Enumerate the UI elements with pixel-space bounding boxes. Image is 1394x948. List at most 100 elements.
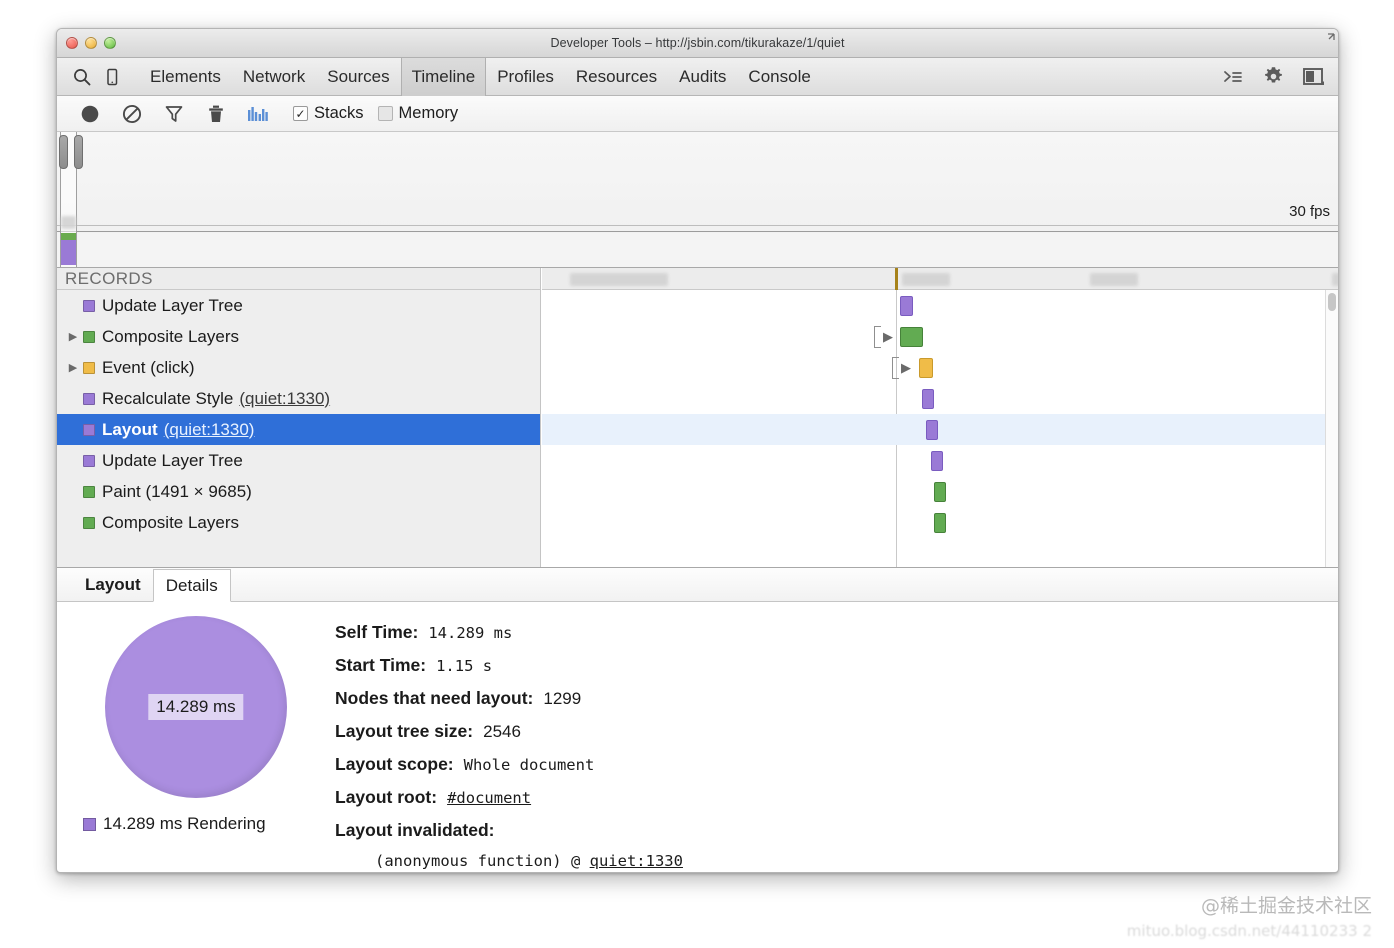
- disclosure-triangle-icon: ▶: [65, 423, 81, 436]
- layout-root-link[interactable]: #document: [447, 782, 531, 814]
- record-color-swatch: [83, 517, 95, 529]
- timeline-bar-recalculate-style[interactable]: [922, 389, 934, 409]
- pie-center-label: 14.289 ms: [148, 694, 243, 720]
- records-scrollbar[interactable]: [1325, 290, 1338, 567]
- tab-profiles[interactable]: Profiles: [486, 58, 565, 96]
- timeline-bar-composite-layers-2[interactable]: [934, 513, 946, 533]
- filter-button[interactable]: [153, 99, 195, 129]
- tab-label: Elements: [150, 67, 221, 87]
- timeline-bar-paint[interactable]: [934, 482, 946, 502]
- timeline-row[interactable]: [542, 476, 1338, 507]
- dock-side-icon[interactable]: [1296, 62, 1330, 92]
- disclosure-triangle-icon: ▶: [65, 454, 81, 467]
- console-drawer-icon[interactable]: [1216, 62, 1250, 92]
- record-name: Recalculate Style: [102, 389, 233, 409]
- resize-corner-icon[interactable]: [1323, 33, 1335, 45]
- stat-key: Layout root:: [335, 781, 437, 813]
- timeline-group-bracket: [874, 326, 881, 348]
- record-row-paint[interactable]: ▶ Paint (1491 × 9685): [57, 476, 540, 507]
- timeline-bar-layout[interactable]: [926, 420, 938, 440]
- record-button[interactable]: [69, 99, 111, 129]
- stat-row-layout-tree-size: Layout tree size: 2546: [335, 715, 1322, 748]
- disclosure-triangle-icon[interactable]: ▶: [65, 361, 81, 374]
- overview-frame-bar: [61, 233, 76, 265]
- minimize-button[interactable]: [85, 37, 97, 49]
- detail-tabbar: Layout Details: [57, 568, 1338, 602]
- zoom-button[interactable]: [104, 37, 116, 49]
- stat-value: 14.289 ms: [428, 617, 512, 649]
- record-name: Composite Layers: [102, 513, 239, 533]
- disclosure-triangle-icon[interactable]: ▶: [65, 330, 81, 343]
- device-toggle-icon[interactable]: [97, 62, 127, 92]
- timeline-row[interactable]: ▶: [542, 352, 1338, 383]
- memory-label: Memory: [399, 104, 459, 123]
- timeline-bar-update-layer-tree[interactable]: [900, 296, 913, 316]
- tab-audits[interactable]: Audits: [668, 58, 737, 96]
- stat-row-self-time: Self Time: 14.289 ms: [335, 616, 1322, 649]
- record-row-composite-layers-2[interactable]: ▶ Composite Layers: [57, 507, 540, 538]
- search-icon[interactable]: [67, 62, 97, 92]
- tab-elements[interactable]: Elements: [139, 58, 232, 96]
- stat-key: Self Time:: [335, 616, 418, 648]
- records-timeline-panel[interactable]: ▶ ▶: [542, 268, 1338, 567]
- timeline-bar-update-layer-tree-2[interactable]: [931, 451, 943, 471]
- timeline-overview[interactable]: 30 fps: [57, 132, 1338, 268]
- record-source-link[interactable]: (quiet:1330): [164, 420, 255, 440]
- overview-frames-strip: [57, 233, 1338, 267]
- tab-resources[interactable]: Resources: [565, 58, 668, 96]
- stacks-checkbox[interactable]: ✓ Stacks: [293, 104, 364, 123]
- tab-details[interactable]: Details: [153, 569, 231, 602]
- record-color-swatch: [83, 362, 95, 374]
- timeline-row[interactable]: ▶: [542, 321, 1338, 352]
- disclosure-triangle-icon: ▶: [65, 516, 81, 529]
- stat-row-start-time: Start Time: 1.15 s: [335, 649, 1322, 682]
- record-row-update-layer-tree-1[interactable]: ▶ Update Layer Tree: [57, 290, 540, 321]
- timeline-expander-icon[interactable]: ▶: [901, 361, 911, 374]
- timeline-bar-event-click[interactable]: [919, 358, 933, 378]
- records-tree-panel: RECORDS ▶ Update Layer Tree ▶ Composite …: [57, 268, 541, 567]
- garbage-collect-button[interactable]: [195, 99, 237, 129]
- memory-checkbox[interactable]: ✓ Memory: [378, 104, 459, 123]
- detail-tab-label: Layout: [85, 575, 141, 595]
- detail-tab-label: Details: [166, 576, 218, 596]
- stat-key: Start Time:: [335, 649, 426, 681]
- overview-resizer-right[interactable]: [74, 135, 83, 169]
- tab-layout-detail[interactable]: Layout: [73, 568, 153, 601]
- record-row-update-layer-tree-2[interactable]: ▶ Update Layer Tree: [57, 445, 540, 476]
- timeline-ruler[interactable]: [542, 268, 1338, 290]
- disclosure-triangle-icon: ▶: [65, 485, 81, 498]
- tab-timeline[interactable]: Timeline: [401, 58, 487, 96]
- record-row-event-click[interactable]: ▶ Event (click): [57, 352, 540, 383]
- aggregated-time-pie-chart: 14.289 ms: [105, 616, 287, 798]
- stacks-label: Stacks: [314, 104, 364, 123]
- timeline-row-selected[interactable]: [542, 414, 1338, 445]
- clear-button[interactable]: [111, 99, 153, 129]
- close-button[interactable]: [66, 37, 78, 49]
- invalidation-stack-row: (anonymous function) @ quiet:1330: [335, 846, 1322, 873]
- overview-resizer-left[interactable]: [59, 135, 68, 169]
- tab-network[interactable]: Network: [232, 58, 316, 96]
- record-name: Event (click): [102, 358, 195, 378]
- invalidation-source-link[interactable]: quiet:1330: [590, 852, 683, 870]
- record-row-composite-layers-1[interactable]: ▶ Composite Layers: [57, 321, 540, 352]
- gear-icon[interactable]: [1256, 62, 1290, 92]
- timeline-row[interactable]: [542, 383, 1338, 414]
- record-row-layout-selected[interactable]: ▶ Layout (quiet:1330): [57, 414, 540, 445]
- timeline-row[interactable]: [542, 507, 1338, 538]
- tab-console[interactable]: Console: [737, 58, 821, 96]
- record-source-link[interactable]: (quiet:1330): [239, 389, 330, 409]
- timeline-bar-rows: ▶ ▶: [542, 290, 1338, 538]
- records-scrollbar-thumb[interactable]: [1328, 293, 1336, 311]
- timeline-bar-composite-layers[interactable]: [900, 327, 923, 347]
- timeline-row[interactable]: [542, 445, 1338, 476]
- tab-sources[interactable]: Sources: [316, 58, 400, 96]
- tabbar-right-controls: [1216, 62, 1338, 92]
- pie-legend: 14.289 ms Rendering: [83, 814, 266, 834]
- detail-panel-body: 14.289 ms 14.289 ms Rendering Self Time:…: [57, 602, 1338, 850]
- record-row-recalculate-style[interactable]: ▶ Recalculate Style (quiet:1330): [57, 383, 540, 414]
- record-color-swatch: [83, 331, 95, 343]
- timeline-expander-icon[interactable]: ▶: [883, 330, 893, 343]
- timeline-row[interactable]: [542, 290, 1338, 321]
- frames-view-button[interactable]: [237, 99, 279, 129]
- record-color-swatch: [83, 424, 95, 436]
